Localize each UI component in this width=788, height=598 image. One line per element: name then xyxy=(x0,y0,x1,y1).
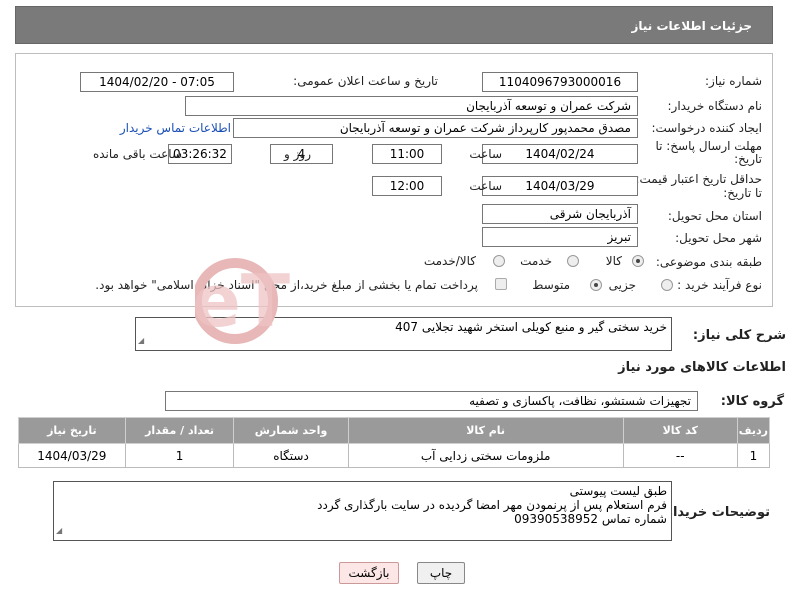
treasury-payment-checkbox[interactable] xyxy=(495,278,507,290)
announce-datetime-label: تاریخ و ساعت اعلان عمومی: xyxy=(293,74,438,88)
province-label: استان محل تحویل: xyxy=(667,209,762,223)
time-remaining-suffix: ساعت باقی مانده xyxy=(92,147,182,161)
category-radio-goods-service[interactable] xyxy=(493,255,505,267)
header-goods-code: کد کالا xyxy=(622,417,738,444)
process-radio-minor[interactable] xyxy=(661,279,673,291)
header-quantity: تعداد / مقدار xyxy=(124,417,235,444)
description-textarea[interactable]: خرید سختی گیر و منبع کویلی استخر شهید تج… xyxy=(135,317,672,351)
need-number-label: شماره نیاز: xyxy=(705,74,762,88)
goods-group-field[interactable]: تجهیزات شستشو، نظافت، پاکسازی و تصفیه xyxy=(165,391,698,411)
deadline-label: مهلت ارسال پاسخ: تا xyxy=(655,139,762,153)
deadline-date-field[interactable]: 1404/02/24 xyxy=(482,144,638,164)
validity-date-field[interactable]: 1404/03/29 xyxy=(482,176,638,196)
days-word: روز و xyxy=(284,147,311,161)
cell-goods-code: -- xyxy=(622,443,738,468)
need-number-field[interactable]: 1104096793000016 xyxy=(482,72,638,92)
buyer-org-field[interactable]: شرکت عمران و توسعه آذربایجان xyxy=(185,96,638,116)
header-row-number: ردیف xyxy=(736,417,771,444)
resize-grip-icon[interactable]: ◢ xyxy=(56,524,62,538)
cell-unit: دستگاه xyxy=(233,443,349,468)
requester-label: ایجاد کننده درخواست: xyxy=(651,121,762,135)
announce-datetime-field[interactable]: 1404/02/20 - 07:05 xyxy=(80,72,234,92)
resize-grip-icon[interactable]: ◢ xyxy=(138,334,144,348)
province-field[interactable]: آذربایجان شرقی xyxy=(482,204,638,224)
cell-need-date: 1404/03/29 xyxy=(18,443,126,468)
buyer-notes-label: توضیحات خریدار: xyxy=(660,505,770,520)
process-option-minor: جزیی xyxy=(608,278,636,292)
category-option-goods-service: کالا/خدمت xyxy=(423,254,476,268)
page-title: جزئیات اطلاعات نیاز xyxy=(15,6,773,44)
deadline-time-field[interactable]: 11:00 xyxy=(372,144,442,164)
validity-label: حداقل تاریخ اعتبار قیمت: xyxy=(635,172,762,186)
header-need-date: تاریخ نیاز xyxy=(18,417,126,444)
payment-note: پرداخت تمام یا بخشی از مبلغ خرید،از محل … xyxy=(95,278,478,292)
header-goods-name: نام کالا xyxy=(347,417,624,444)
buyer-contact-link[interactable]: اطلاعات تماس خریدار xyxy=(120,121,231,135)
process-label: نوع فرآیند خرید : xyxy=(677,278,762,292)
process-option-medium: متوسط xyxy=(532,278,570,292)
table-row[interactable]: 1 -- ملزومات سختی زدایی آب دستگاه 1 1404… xyxy=(18,443,771,468)
deadline-time-word: ساعت xyxy=(469,147,502,161)
goods-section-title: اطلاعات کالاهای مورد نیاز xyxy=(618,360,786,375)
table-header-row: ردیف کد کالا نام کالا واحد شمارش تعداد /… xyxy=(18,417,771,444)
category-radio-goods[interactable] xyxy=(632,255,644,267)
category-option-goods: کالا xyxy=(605,254,622,268)
city-label: شهر محل تحویل: xyxy=(675,231,762,245)
description-text: خرید سختی گیر و منبع کویلی استخر شهید تج… xyxy=(395,320,667,334)
category-radio-service[interactable] xyxy=(567,255,579,267)
requester-field[interactable]: مصدق محمدپور کارپرداز شرکت عمران و توسعه… xyxy=(233,118,638,138)
items-table: ردیف کد کالا نام کالا واحد شمارش تعداد /… xyxy=(18,417,771,468)
cell-goods-name: ملزومات سختی زدایی آب xyxy=(347,443,624,468)
validity-label-line2: تا تاریخ: xyxy=(723,186,762,200)
back-button[interactable]: بازگشت xyxy=(339,562,399,584)
deadline-label-line2: تاریخ: xyxy=(734,152,762,166)
category-option-service: خدمت xyxy=(520,254,552,268)
cell-quantity: 1 xyxy=(124,443,235,468)
buyer-notes-line: طبق لیست پیوستی xyxy=(569,484,667,498)
goods-group-label: گروه کالا: xyxy=(720,394,784,409)
description-label: شرح کلی نیاز: xyxy=(692,328,786,343)
city-field[interactable]: تبریز xyxy=(482,227,638,247)
category-label: طبقه بندی موضوعی: xyxy=(655,255,762,269)
buyer-org-label: نام دستگاه خریدار: xyxy=(667,99,763,113)
print-button[interactable]: چاپ xyxy=(417,562,465,584)
cell-row-number: 1 xyxy=(736,443,771,468)
process-radio-medium[interactable] xyxy=(590,279,602,291)
header-unit: واحد شمارش xyxy=(233,417,349,444)
buyer-notes-line: شماره تماس 09390538952 xyxy=(514,512,667,526)
validity-time-word: ساعت xyxy=(469,179,502,193)
buyer-notes-line: فرم استعلام پس از پرنمودن مهر امضا گردید… xyxy=(317,498,667,512)
buyer-notes-textarea[interactable]: طبق لیست پیوستی فرم استعلام پس از پرنمود… xyxy=(53,481,672,541)
validity-time-field[interactable]: 12:00 xyxy=(372,176,442,196)
